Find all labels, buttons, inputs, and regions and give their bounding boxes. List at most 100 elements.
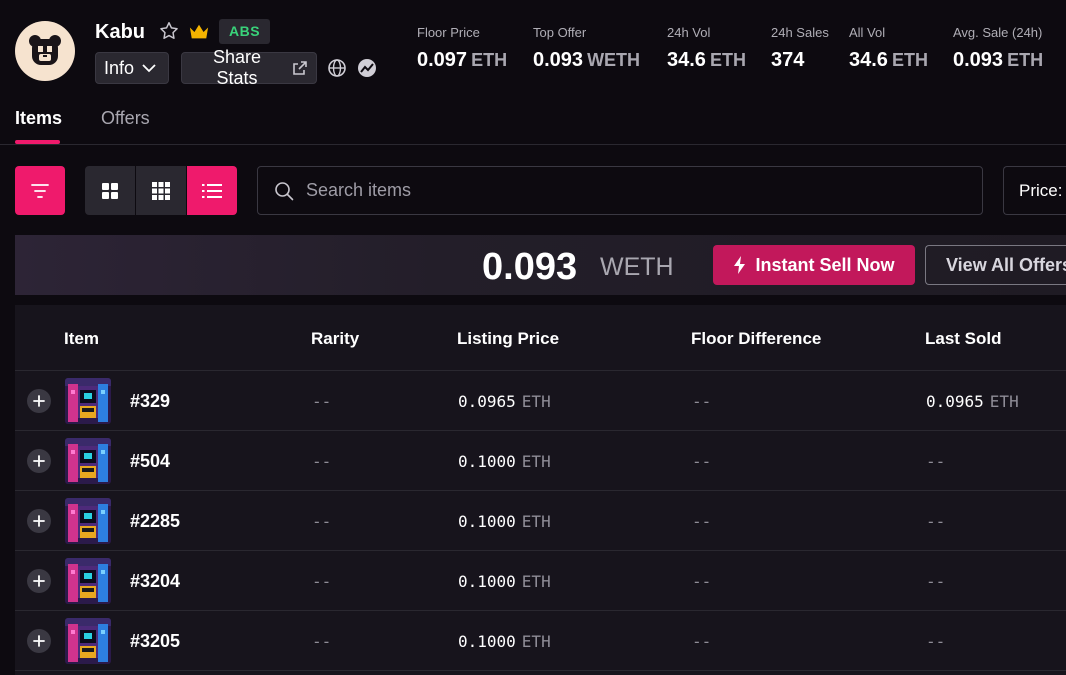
- item-rarity: --: [312, 392, 332, 411]
- top-offer-value: 0.093: [482, 246, 578, 288]
- item-thumbnail[interactable]: [65, 438, 111, 484]
- crown-icon: [189, 24, 209, 39]
- grid-small-icon: [152, 181, 170, 200]
- info-label: Info: [104, 57, 135, 78]
- item-thumbnail[interactable]: [65, 558, 111, 604]
- search-icon: [275, 181, 294, 200]
- table-row[interactable]: #329 -- 0.0965 ETH -- 0.0965 ETH: [15, 371, 1066, 431]
- search-box: [257, 166, 983, 215]
- item-name[interactable]: #504: [130, 451, 170, 472]
- tab-offers[interactable]: Offers: [101, 108, 150, 129]
- view-all-offers-button[interactable]: View All Offers: [925, 245, 1066, 285]
- tab-bar: Items Offers: [0, 100, 1066, 145]
- top-offer-unit: WETH: [600, 253, 674, 281]
- search-input[interactable]: [306, 180, 906, 201]
- view-list-button[interactable]: [187, 166, 237, 215]
- item-thumbnail[interactable]: [65, 498, 111, 544]
- stat-avg-sale: Avg. Sale (24h) 0.093 ETH: [953, 25, 1044, 71]
- stat-24h-vol: 24h Vol 34.6 ETH: [667, 25, 746, 71]
- stat-24h-sales: 24h Sales 374: [771, 25, 829, 71]
- stat-all-vol: All Vol 34.6 ETH: [849, 25, 928, 71]
- collection-name: Kabu: [95, 21, 145, 43]
- globe-icon[interactable]: [327, 58, 347, 78]
- top-offer-banner: 0.093 WETH Instant Sell Now View All Off…: [15, 235, 1066, 295]
- column-last-sold[interactable]: Last Sold: [925, 329, 1002, 349]
- collection-header: Kabu ABS Info Share Stats Floor Price 0.…: [0, 0, 1066, 100]
- item-rarity: --: [312, 572, 332, 591]
- item-rarity: --: [312, 632, 332, 651]
- table-row[interactable]: #2285 -- 0.1000 ETH -- --: [15, 491, 1066, 551]
- item-last-sold: --: [926, 512, 946, 531]
- plus-icon: [33, 575, 45, 587]
- item-name[interactable]: #3205: [130, 631, 180, 652]
- add-to-cart-button[interactable]: [27, 569, 51, 593]
- view-grid-small-button[interactable]: [136, 166, 186, 215]
- view-mode-toggle: [85, 166, 237, 215]
- plus-icon: [33, 635, 45, 647]
- table-row[interactable]: #3204 -- 0.1000 ETH -- --: [15, 551, 1066, 611]
- arcade-machine-image: [65, 558, 111, 604]
- filter-button[interactable]: [15, 166, 65, 215]
- item-floor-difference: --: [692, 512, 712, 531]
- table-row[interactable]: #3205 -- 0.1000 ETH -- --: [15, 611, 1066, 671]
- item-thumbnail[interactable]: [65, 618, 111, 664]
- star-icon[interactable]: [158, 20, 180, 42]
- item-name[interactable]: #2285: [130, 511, 180, 532]
- share-label: Share Stats: [212, 47, 262, 88]
- add-to-cart-button[interactable]: [27, 629, 51, 653]
- add-to-cart-button[interactable]: [27, 509, 51, 533]
- table-row[interactable]: #504 -- 0.1000 ETH -- --: [15, 431, 1066, 491]
- arcade-machine-image: [65, 498, 111, 544]
- chevron-down-icon: [142, 64, 156, 73]
- add-to-cart-button[interactable]: [27, 449, 51, 473]
- lightning-icon: [734, 256, 746, 274]
- filter-icon: [31, 183, 49, 198]
- tab-items[interactable]: Items: [15, 108, 62, 129]
- column-listing-price[interactable]: Listing Price: [457, 329, 559, 349]
- column-item[interactable]: Item: [64, 329, 99, 349]
- item-listing-price: 0.1000 ETH: [458, 632, 551, 651]
- info-dropdown-button[interactable]: Info: [95, 52, 169, 84]
- item-last-sold: --: [926, 572, 946, 591]
- add-to-cart-button[interactable]: [27, 389, 51, 413]
- sort-dropdown[interactable]: Price:: [1003, 166, 1066, 215]
- item-rarity: --: [312, 512, 332, 531]
- column-rarity[interactable]: Rarity: [311, 329, 359, 349]
- instant-sell-button[interactable]: Instant Sell Now: [713, 245, 915, 285]
- item-floor-difference: --: [692, 452, 712, 471]
- arcade-machine-image: [65, 618, 111, 664]
- item-name[interactable]: #3204: [130, 571, 180, 592]
- table-header: Item Rarity Listing Price Floor Differen…: [15, 305, 1066, 371]
- item-name[interactable]: #329: [130, 391, 170, 412]
- item-last-sold: --: [926, 632, 946, 651]
- item-listing-price: 0.0965 ETH: [458, 392, 551, 411]
- item-listing-price: 0.1000 ETH: [458, 572, 551, 591]
- plus-icon: [33, 455, 45, 467]
- collection-avatar: [15, 21, 75, 81]
- list-icon: [202, 183, 222, 198]
- share-stats-button[interactable]: Share Stats: [181, 47, 317, 88]
- arcade-machine-image: [65, 378, 111, 424]
- plus-icon: [33, 515, 45, 527]
- chart-icon[interactable]: [357, 58, 377, 78]
- item-floor-difference: --: [692, 572, 712, 591]
- plus-icon: [33, 395, 45, 407]
- item-last-sold: 0.0965 ETH: [926, 392, 1019, 411]
- items-table: Item Rarity Listing Price Floor Differen…: [15, 305, 1066, 675]
- active-tab-indicator: [15, 140, 60, 144]
- item-listing-price: 0.1000 ETH: [458, 452, 551, 471]
- item-thumbnail[interactable]: [65, 378, 111, 424]
- column-floor-difference[interactable]: Floor Difference: [691, 329, 821, 349]
- external-link-icon: [293, 61, 307, 75]
- item-rarity: --: [312, 452, 332, 471]
- instant-sell-label: Instant Sell Now: [755, 254, 895, 275]
- bear-logo-icon: [29, 35, 61, 65]
- view-all-offers-label: View All Offers: [946, 254, 1066, 275]
- chain-badge: ABS: [219, 19, 271, 44]
- arcade-machine-image: [65, 438, 111, 484]
- sort-label: Price:: [1019, 180, 1063, 200]
- grid-large-icon: [102, 182, 118, 199]
- view-grid-large-button[interactable]: [85, 166, 135, 215]
- item-floor-difference: --: [692, 632, 712, 651]
- item-listing-price: 0.1000 ETH: [458, 512, 551, 531]
